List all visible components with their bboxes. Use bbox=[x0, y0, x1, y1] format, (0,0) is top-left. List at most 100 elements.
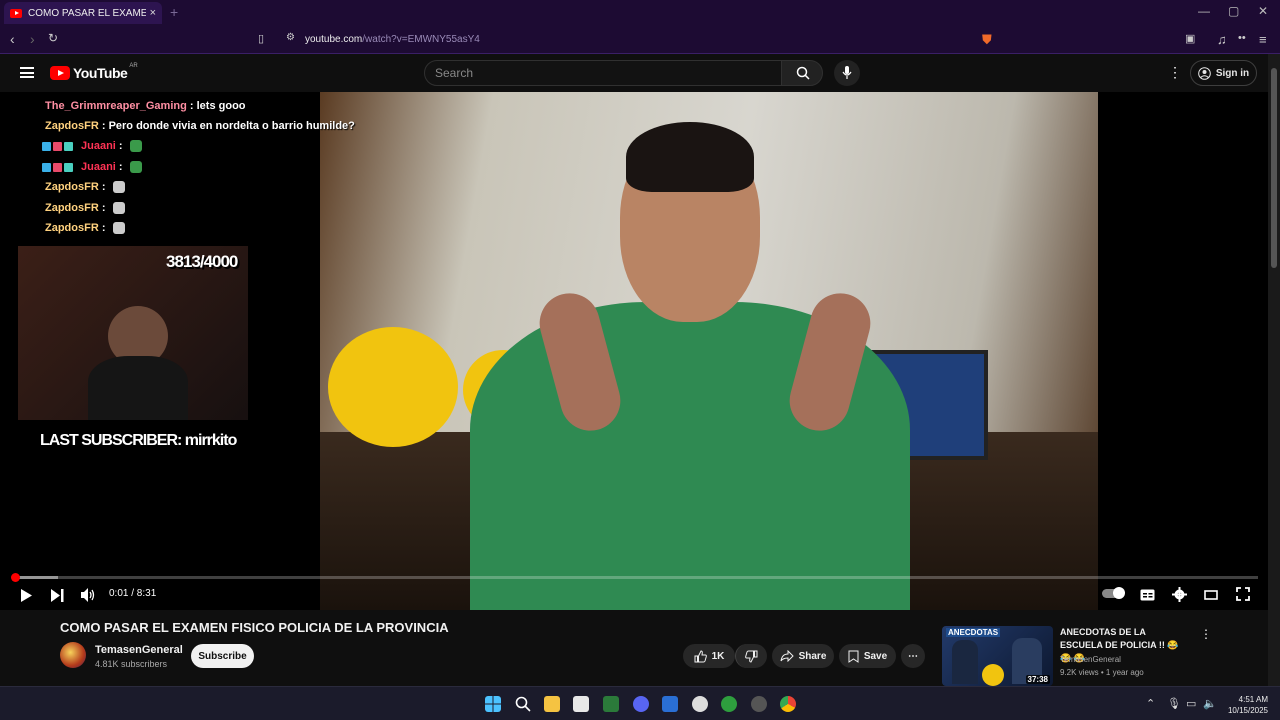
video-frame bbox=[320, 92, 1098, 610]
close-window-button[interactable]: ✕ bbox=[1258, 4, 1268, 18]
emote-icon bbox=[112, 202, 125, 215]
chat-line: The_Grimmreaper_Gaming : lets gooo bbox=[45, 100, 246, 112]
forward-icon[interactable]: › bbox=[30, 31, 35, 47]
subscriber-count: 4.81K subscribers bbox=[95, 659, 168, 669]
more-actions-button[interactable]: ⋯ bbox=[901, 644, 925, 668]
next-icon[interactable] bbox=[51, 589, 64, 602]
youtube-logo[interactable]: YouTube AR bbox=[50, 63, 138, 81]
emote-icon bbox=[112, 181, 125, 194]
taskbar-clock-date[interactable]: 10/15/2025 bbox=[1222, 706, 1268, 715]
chat-badges bbox=[42, 163, 73, 172]
chat-line: ZapdosFR : bbox=[45, 181, 125, 194]
video-title: COMO PASAR EL EXAMEN FISICO POLICIA DE L… bbox=[60, 620, 449, 635]
tray-overflow-icon[interactable]: ⌃ bbox=[1146, 697, 1155, 710]
emote-icon bbox=[129, 140, 142, 153]
maximize-button[interactable]: ▢ bbox=[1228, 4, 1239, 18]
bookmark-icon[interactable]: ▯ bbox=[258, 32, 264, 45]
captions-icon[interactable] bbox=[1140, 589, 1155, 601]
subscriber-goal-counter: 3813/4000 bbox=[166, 252, 238, 271]
chat-line: ZapdosFR : bbox=[45, 202, 125, 215]
speaker-icon[interactable]: 🔈 bbox=[1203, 697, 1217, 710]
thumbs-up-icon bbox=[694, 649, 707, 662]
taskbar-clock-time[interactable]: 4:51 AM bbox=[1222, 695, 1268, 704]
related-video-meta: 9.2K views • 1 year ago bbox=[1060, 668, 1144, 677]
menu-icon[interactable]: ≡ bbox=[1259, 32, 1267, 47]
youtube-favicon-icon bbox=[10, 8, 22, 18]
scrubber-handle[interactable] bbox=[10, 573, 20, 582]
thumbs-down-icon bbox=[745, 650, 758, 663]
related-more-icon[interactable]: ⋮ bbox=[1200, 627, 1212, 641]
windows-start-icon[interactable] bbox=[485, 696, 501, 712]
fullscreen-icon[interactable] bbox=[1236, 587, 1250, 601]
media-icon[interactable]: ♫ bbox=[1217, 32, 1227, 47]
chat-line: Juaani : bbox=[81, 161, 142, 174]
youtube-play-icon bbox=[50, 66, 70, 80]
chat-badges bbox=[42, 142, 73, 151]
minimize-button[interactable]: — bbox=[1198, 4, 1210, 18]
back-icon[interactable]: ‹ bbox=[10, 31, 15, 47]
voice-search-button[interactable] bbox=[834, 60, 860, 86]
chat-line: ZapdosFR : Pero donde vivia en nordelta … bbox=[45, 120, 355, 132]
subscribe-button[interactable]: Subscribe bbox=[191, 644, 254, 668]
emote-icon bbox=[112, 222, 125, 235]
xbox-icon[interactable] bbox=[721, 696, 737, 712]
progress-bar[interactable] bbox=[10, 573, 1258, 582]
vpn-icon[interactable]: •• bbox=[1238, 32, 1246, 44]
windows-taskbar: ⌃ 🎙 ▭ 🔈 4:51 AM 10/15/2025 bbox=[0, 686, 1280, 720]
like-button[interactable]: 1K bbox=[683, 644, 735, 668]
save-button[interactable]: Save bbox=[839, 644, 896, 668]
dislike-button[interactable] bbox=[735, 644, 767, 668]
last-subscriber-label: LAST SUBSCRIBER: mirrkito bbox=[40, 432, 237, 449]
brave-shield-icon[interactable]: ⛊ bbox=[982, 32, 992, 48]
store-icon[interactable] bbox=[573, 696, 589, 712]
laughing-emoji bbox=[982, 664, 1004, 686]
video-player[interactable]: The_Grimmreaper_Gaming : lets gooo Zapdo… bbox=[0, 92, 1268, 610]
emote-icon bbox=[129, 161, 142, 174]
youtube-header: YouTube AR Search ⋮ Sign in bbox=[0, 54, 1280, 92]
chat-line: Juaani : bbox=[81, 140, 142, 153]
microphone-icon bbox=[842, 66, 852, 79]
sign-in-button[interactable]: Sign in bbox=[1190, 60, 1257, 86]
emoji-pillow bbox=[328, 327, 458, 447]
site-settings-icon[interactable]: ⚙ bbox=[286, 32, 295, 43]
browser-address-bar: ‹ › ↻ ▯ ⚙ youtube.com/watch?v=EMWNY55asY… bbox=[0, 26, 1280, 54]
autoplay-toggle[interactable] bbox=[1102, 587, 1125, 599]
search-button[interactable] bbox=[781, 60, 823, 86]
settings-kebab-icon[interactable]: ⋮ bbox=[1168, 64, 1182, 81]
play-icon[interactable] bbox=[20, 589, 32, 602]
search-input[interactable]: Search bbox=[424, 60, 782, 86]
browser-tab-bar: COMO PASAR EL EXAMEN FISICO × + — ▢ ✕ bbox=[0, 0, 1280, 26]
reload-icon[interactable]: ↻ bbox=[48, 31, 58, 45]
discord-icon[interactable] bbox=[633, 696, 649, 712]
share-button[interactable]: Share bbox=[772, 644, 834, 668]
volume-icon[interactable] bbox=[81, 588, 96, 602]
related-video-thumbnail[interactable]: ANECDOTAS 37:38 bbox=[942, 626, 1053, 686]
microphone-tray-icon[interactable]: 🎙 bbox=[1167, 697, 1181, 710]
hamburger-menu-icon[interactable] bbox=[20, 67, 34, 78]
tab-close-icon[interactable]: × bbox=[150, 7, 156, 19]
terminal-icon[interactable] bbox=[603, 696, 619, 712]
share-icon bbox=[780, 650, 794, 662]
search-icon[interactable] bbox=[515, 696, 531, 712]
time-display: 0:01 / 8:31 bbox=[109, 588, 157, 599]
related-channel-name[interactable]: TemasenGeneral bbox=[1060, 655, 1121, 664]
webcam-overlay bbox=[18, 246, 248, 420]
chrome-icon[interactable] bbox=[780, 696, 796, 712]
brave-browser-icon[interactable] bbox=[662, 696, 678, 712]
page-scrollbar[interactable] bbox=[1268, 54, 1280, 686]
new-tab-button[interactable]: + bbox=[170, 4, 178, 20]
settings-gear-icon[interactable] bbox=[1172, 587, 1187, 602]
app-icon[interactable] bbox=[751, 696, 767, 712]
browser-tab[interactable]: COMO PASAR EL EXAMEN FISICO × bbox=[4, 2, 162, 24]
video-duration: 37:38 bbox=[1025, 675, 1050, 684]
account-icon bbox=[1198, 66, 1211, 80]
channel-avatar[interactable] bbox=[60, 642, 86, 668]
chat-line: ZapdosFR : bbox=[45, 222, 125, 235]
url-field[interactable]: youtube.com/watch?v=EMWNY55asY4 bbox=[305, 34, 480, 45]
sidebar-icon[interactable]: ▣ bbox=[1185, 32, 1195, 45]
file-explorer-icon[interactable] bbox=[544, 696, 560, 712]
theater-mode-icon[interactable] bbox=[1204, 590, 1218, 600]
network-icon[interactable]: ▭ bbox=[1186, 697, 1196, 710]
channel-name[interactable]: TemasenGeneral bbox=[95, 644, 183, 656]
steam-icon[interactable] bbox=[692, 696, 708, 712]
